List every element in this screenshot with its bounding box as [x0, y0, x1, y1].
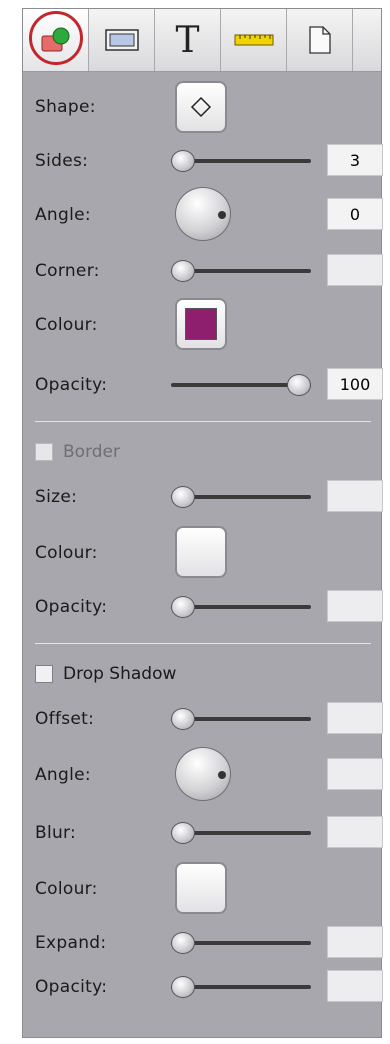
angle-dial[interactable]	[175, 187, 231, 241]
tab-rectangle[interactable]	[89, 9, 155, 71]
divider	[35, 421, 371, 422]
tab-text[interactable]: T	[155, 9, 221, 71]
shadow-expand-slider-thumb[interactable]	[171, 932, 195, 954]
border-opacity-slider-thumb[interactable]	[171, 596, 195, 618]
shadow-opacity-row: Opacity:	[35, 967, 383, 1007]
opacity-value[interactable]: 100	[327, 368, 383, 400]
rectangle-icon	[104, 29, 139, 51]
tab-page[interactable]	[287, 9, 353, 71]
sides-slider-thumb[interactable]	[171, 150, 195, 172]
opacity-row: Opacity: 100	[35, 365, 383, 405]
page-icon	[308, 26, 331, 54]
shadow-opacity-slider-thumb[interactable]	[171, 976, 195, 998]
corner-row: Corner:	[35, 251, 383, 291]
border-size-row: Size:	[35, 477, 383, 517]
shadow-angle-row: Angle:	[35, 747, 383, 801]
opacity-label: Opacity:	[35, 375, 108, 395]
sides-label: Sides:	[35, 151, 89, 171]
colour-swatch	[185, 308, 217, 340]
sides-value[interactable]: 3	[327, 144, 383, 176]
divider	[35, 643, 371, 644]
shadow-expand-label: Expand:	[35, 933, 107, 953]
drop-shadow-label: Drop Shadow	[63, 664, 177, 684]
shadow-offset-slider-thumb[interactable]	[171, 708, 195, 730]
shadow-expand-value[interactable]	[327, 926, 383, 958]
diamond-icon	[190, 96, 212, 118]
opacity-slider-thumb[interactable]	[287, 374, 311, 396]
border-label: Border	[63, 442, 120, 462]
border-colour-row: Colour:	[35, 526, 371, 578]
shadow-offset-label: Offset:	[35, 709, 95, 729]
border-opacity-label: Opacity:	[35, 597, 108, 617]
shadow-colour-label: Colour:	[35, 879, 98, 899]
tab-ruler[interactable]	[221, 9, 287, 71]
border-size-slider-thumb[interactable]	[171, 486, 195, 508]
corner-value[interactable]	[327, 254, 383, 286]
shadow-opacity-value[interactable]	[327, 970, 383, 1002]
border-toggle-row: Border	[35, 433, 371, 473]
angle-value[interactable]: 0	[327, 198, 383, 230]
border-size-label: Size:	[35, 487, 78, 507]
border-size-value[interactable]	[327, 480, 383, 512]
shape-selector-button[interactable]	[175, 81, 227, 133]
toolbar: T	[23, 9, 381, 72]
shadow-angle-dial-indicator	[218, 771, 226, 779]
corner-slider-thumb[interactable]	[171, 260, 195, 282]
shape-properties-panel: T Shape: Sides: 3 Angle: 0 Corner: Colou…	[22, 8, 383, 1038]
sides-row: Sides: 3	[35, 141, 383, 181]
shadow-blur-row: Blur:	[35, 813, 383, 853]
text-icon: T	[175, 19, 200, 61]
border-opacity-row: Opacity:	[35, 587, 383, 627]
shadow-expand-row: Expand:	[35, 923, 383, 963]
border-colour-label: Colour:	[35, 543, 98, 563]
border-opacity-value[interactable]	[327, 590, 383, 622]
highlight-ring	[29, 11, 83, 65]
shadow-offset-value[interactable]	[327, 702, 383, 734]
shadow-angle-value[interactable]	[327, 758, 383, 790]
shadow-angle-dial[interactable]	[175, 747, 231, 801]
shadow-angle-label: Angle:	[35, 765, 91, 785]
shadow-blur-label: Blur:	[35, 823, 77, 843]
shape-row: Shape:	[35, 81, 371, 133]
shadow-blur-value[interactable]	[327, 816, 383, 848]
corner-label: Corner:	[35, 261, 100, 281]
angle-row: Angle: 0	[35, 187, 383, 241]
colour-label: Colour:	[35, 315, 98, 335]
shadow-blur-slider-thumb[interactable]	[171, 822, 195, 844]
tab-shape[interactable]	[23, 9, 89, 71]
border-checkbox[interactable]	[35, 443, 53, 461]
colour-row: Colour:	[35, 298, 371, 350]
shape-label: Shape:	[35, 97, 96, 117]
border-colour-button[interactable]	[175, 526, 227, 578]
angle-dial-indicator	[218, 211, 226, 219]
shadow-colour-row: Colour:	[35, 862, 371, 914]
drop-shadow-checkbox[interactable]	[35, 665, 53, 683]
shadow-toggle-row: Drop Shadow	[35, 655, 371, 695]
shadow-offset-row: Offset:	[35, 699, 383, 739]
shadow-colour-button[interactable]	[175, 862, 227, 914]
colour-swatch-button[interactable]	[175, 298, 227, 350]
angle-label: Angle:	[35, 205, 91, 225]
ruler-icon	[234, 34, 273, 46]
shadow-opacity-label: Opacity:	[35, 977, 108, 997]
